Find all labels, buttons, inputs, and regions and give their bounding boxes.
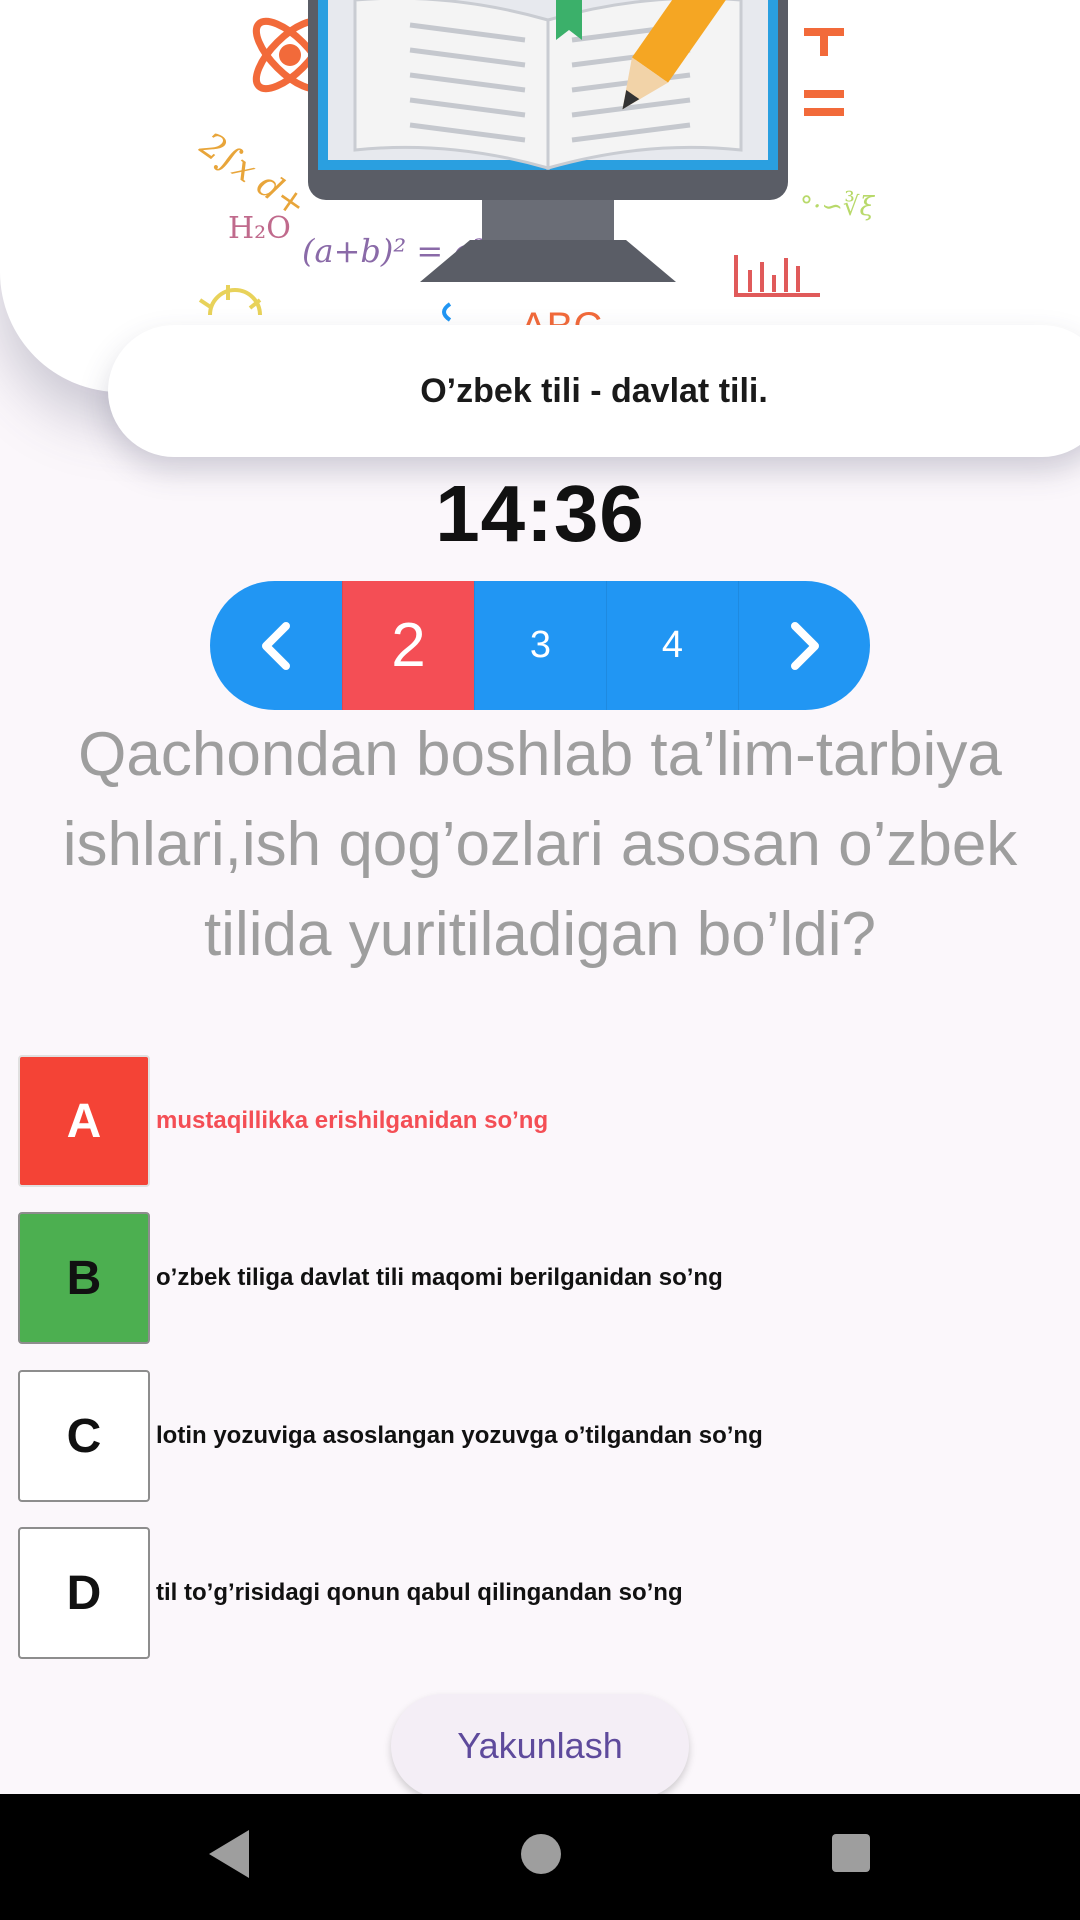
home-circle-icon[interactable] bbox=[515, 1828, 567, 1880]
finish-button[interactable]: Yakunlash bbox=[391, 1694, 689, 1798]
next-question-button[interactable] bbox=[738, 581, 870, 710]
page-button-3[interactable]: 3 bbox=[474, 581, 606, 710]
chevron-right-icon bbox=[790, 621, 819, 670]
option-text-c[interactable]: lotin yozuviga asoslangan yozuvga o’tilg… bbox=[156, 1422, 763, 1450]
option-d[interactable]: D til to’g’risidagi qonun qabul qilingan… bbox=[18, 1527, 1058, 1659]
page-button-2[interactable]: 2 bbox=[342, 581, 474, 710]
topic-pill: O’zbek tili - davlat tili. bbox=[108, 325, 1080, 457]
question-text: Qachondan boshlab ta’lim-tarbiya ishlari… bbox=[62, 720, 1018, 969]
plus-icon bbox=[804, 28, 844, 56]
option-text-b[interactable]: o’zbek tiliga davlat tili maqomi berilga… bbox=[156, 1264, 723, 1292]
option-c[interactable]: C lotin yozuviga asoslangan yozuvga o’ti… bbox=[18, 1370, 1058, 1502]
option-letter-a[interactable]: A bbox=[18, 1055, 150, 1187]
option-b[interactable]: B o’zbek tiliga davlat tili maqomi beril… bbox=[18, 1212, 1058, 1344]
formula-h2o: H₂O bbox=[228, 211, 291, 246]
recents-square-icon[interactable] bbox=[828, 1830, 874, 1876]
option-text-a[interactable]: mustaqillikka erishilganidan so’ng bbox=[156, 1107, 548, 1135]
option-text-d[interactable]: til to’g’risidagi qonun qabul qilinganda… bbox=[156, 1579, 683, 1607]
system-navigation-bar bbox=[0, 1794, 1080, 1920]
formula-doodle: °·∽∛ξ bbox=[800, 190, 876, 222]
option-letter-d[interactable]: D bbox=[18, 1527, 150, 1659]
bar-chart-doodle bbox=[734, 255, 820, 297]
back-triangle-icon[interactable] bbox=[205, 1824, 255, 1884]
option-a[interactable]: A mustaqillikka erishilganidan so’ng bbox=[18, 1055, 1058, 1187]
page-button-4[interactable]: 4 bbox=[606, 581, 738, 710]
topic-title: O’zbek tili - davlat tili. bbox=[420, 371, 768, 410]
question-pager: 2 3 4 bbox=[210, 581, 870, 710]
equals-icon bbox=[804, 90, 844, 116]
countdown-timer: 14:36 bbox=[435, 469, 645, 558]
sun-doodle bbox=[198, 285, 262, 316]
option-letter-b[interactable]: B bbox=[18, 1212, 150, 1344]
chevron-left-icon bbox=[262, 621, 290, 670]
prev-question-button[interactable] bbox=[210, 581, 342, 710]
option-letter-c[interactable]: C bbox=[18, 1370, 150, 1502]
